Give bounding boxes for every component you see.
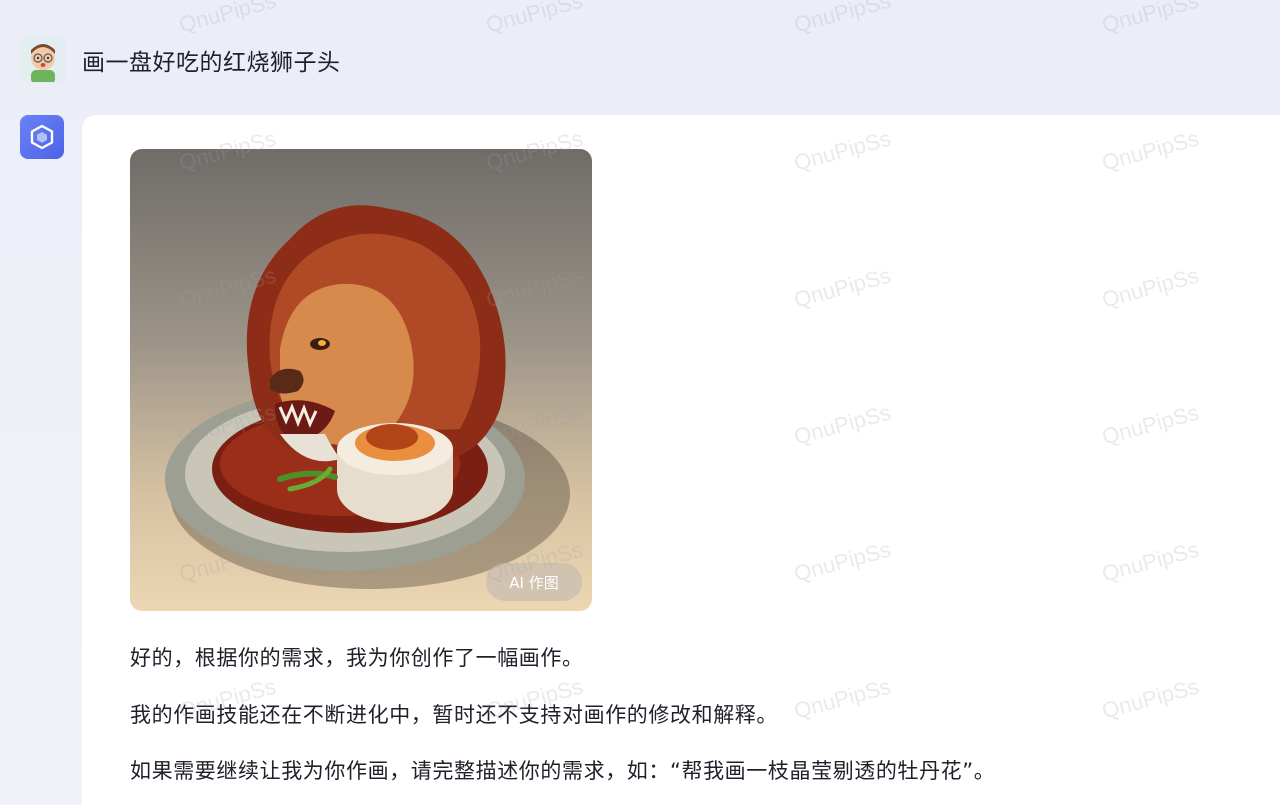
reply-paragraph: 好的，根据你的需求，我为你创作了一幅画作。 [130, 646, 584, 670]
reply-paragraph: 如果需要继续让我为你作画，请完整描述你的需求，如：“帮我画一枝晶莹剔透的牡丹花”… [130, 759, 996, 783]
watermark: QnuPipSs [1099, 0, 1202, 38]
cube-logo-icon [30, 124, 54, 150]
ai-image-badge: AI 作图 [486, 563, 582, 601]
bot-reply-card: AI 作图 好的，根据你的需求，我为你创作了一幅画作。 我的作画技能还在不断进化… [82, 115, 1280, 805]
watermark: QnuPipSs [176, 0, 279, 38]
watermark: QnuPipSs [483, 0, 586, 38]
user-message-text: 画一盘好吃的红烧狮子头 [82, 50, 341, 76]
reply-paragraph: 我的作画技能还在不断进化中，暂时还不支持对画作的修改和解释。 [130, 703, 778, 727]
generated-image[interactable]: AI 作图 [130, 149, 592, 611]
user-avatar[interactable] [20, 37, 66, 83]
watermark: QnuPipSs [791, 0, 894, 38]
lion-dish-illustration [165, 205, 570, 589]
user-message-row: 画一盘好吃的红烧狮子头 [20, 36, 341, 84]
cartoon-person-icon [31, 44, 55, 82]
bot-avatar[interactable] [20, 115, 64, 159]
